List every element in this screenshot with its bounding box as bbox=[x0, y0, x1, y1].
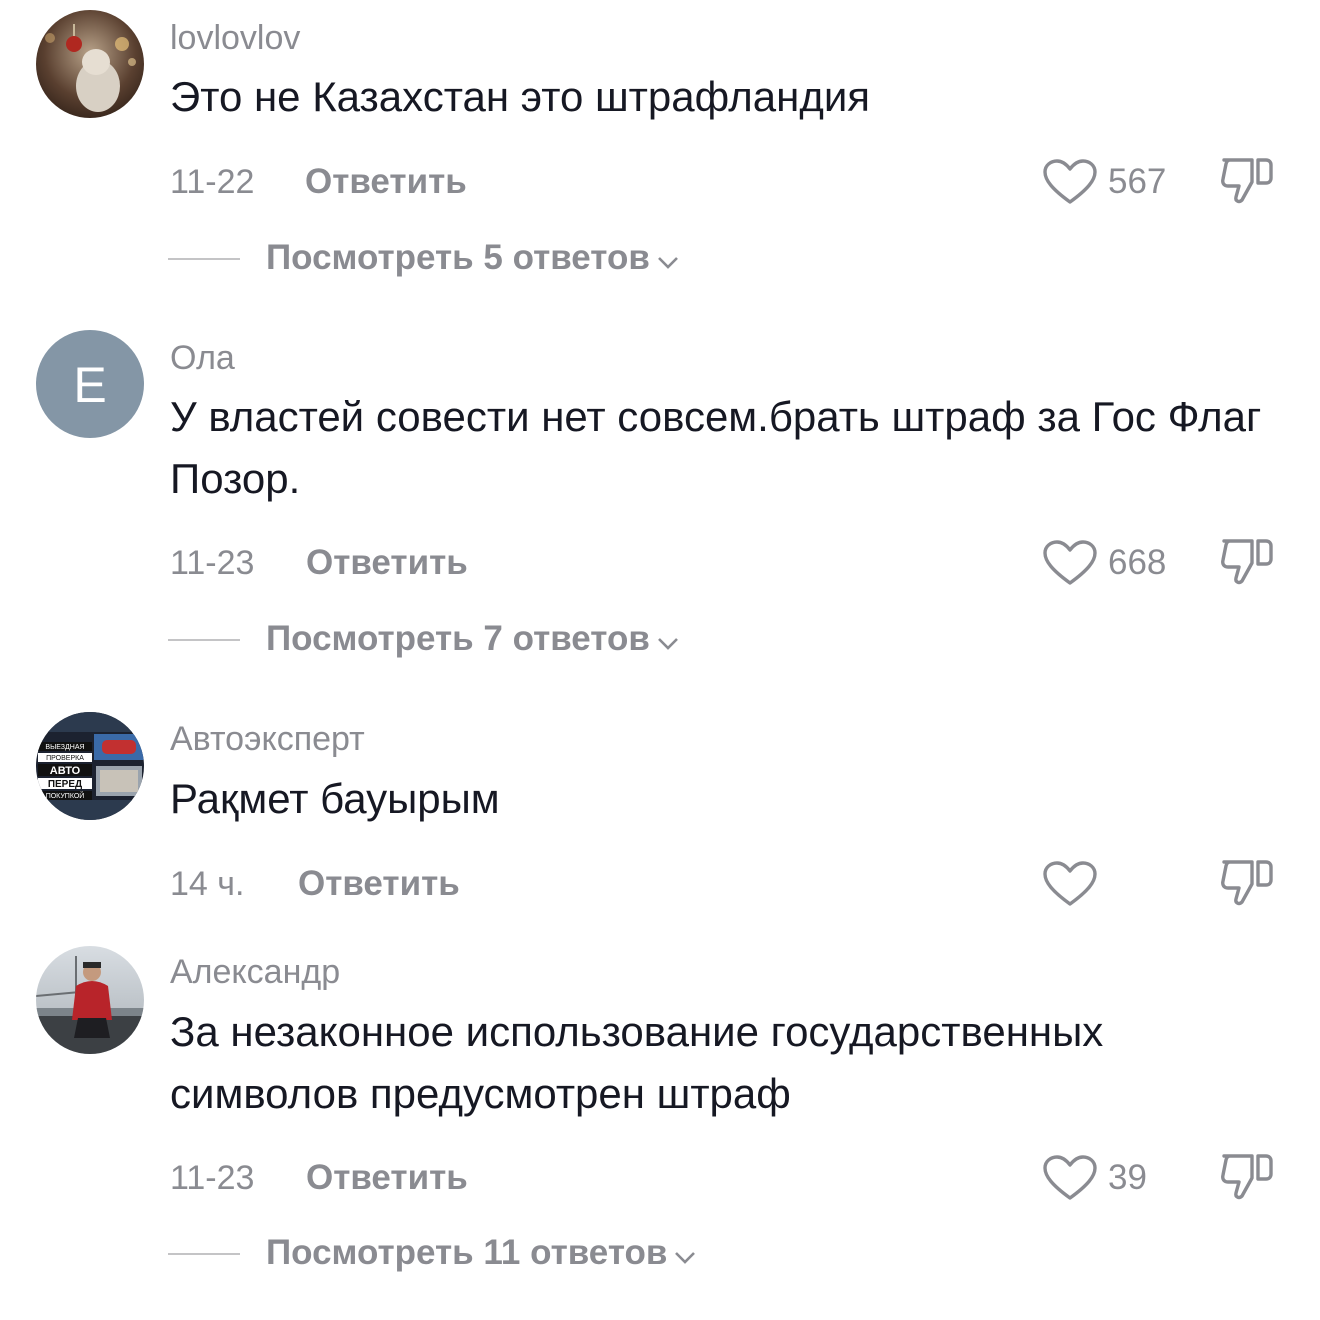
comment-text: За незаконное использование государствен… bbox=[170, 1008, 1104, 1117]
comment-date: 11-22 bbox=[170, 163, 255, 201]
avatar-banner-line: ПРОВЕРКА bbox=[46, 755, 84, 762]
replies-divider-line bbox=[168, 1253, 240, 1255]
thumbs-down-outline-icon[interactable] bbox=[1218, 1150, 1276, 1204]
avatar-letter: Е bbox=[73, 357, 106, 413]
view-replies-label: Посмотреть 5 ответов bbox=[266, 238, 650, 277]
comment-text: Рақмет бауырым bbox=[170, 775, 500, 822]
replies-divider-line bbox=[168, 258, 240, 260]
avatar[interactable]: Е bbox=[36, 330, 144, 438]
chevron-down-icon bbox=[656, 621, 680, 661]
like-count: 668 bbox=[1108, 543, 1167, 582]
view-replies-label: Посмотреть 11 ответов bbox=[266, 1233, 668, 1272]
heart-outline-icon[interactable] bbox=[1042, 860, 1098, 908]
thumbs-down-outline-icon[interactable] bbox=[1218, 856, 1276, 910]
like-count: 39 bbox=[1108, 1158, 1147, 1197]
comment-date: 14 ч. bbox=[170, 865, 245, 903]
reply-button[interactable]: Ответить bbox=[306, 1158, 468, 1198]
avatar[interactable] bbox=[36, 10, 144, 118]
avatar-banner-line: АВТО bbox=[50, 765, 81, 777]
comment-text: У властей совести нет совсем.брать штраф… bbox=[170, 393, 1262, 502]
chevron-down-icon bbox=[656, 240, 680, 280]
reply-button[interactable]: Ответить bbox=[298, 864, 460, 904]
avatar-banner-line: ПОКУПКОЙ bbox=[46, 791, 85, 800]
reply-button[interactable]: Ответить bbox=[306, 543, 468, 583]
view-replies-label: Посмотреть 7 ответов bbox=[266, 619, 650, 658]
comment-username[interactable]: Ола bbox=[170, 338, 235, 378]
avatar[interactable]: ВЫЕЗДНАЯ ПРОВЕРКА АВТО ПЕРЕД ПОКУПКОЙ bbox=[36, 712, 144, 820]
heart-outline-icon[interactable] bbox=[1042, 539, 1098, 587]
reply-button[interactable]: Ответить bbox=[305, 162, 467, 202]
comment-username[interactable]: lovlovlov bbox=[170, 18, 300, 58]
avatar-banner-line: ВЫЕЗДНАЯ bbox=[45, 744, 84, 751]
heart-outline-icon[interactable] bbox=[1042, 1154, 1098, 1202]
avatar[interactable] bbox=[36, 946, 144, 1054]
comment-date: 11-23 bbox=[170, 1159, 255, 1197]
comment-username[interactable]: Александр bbox=[170, 952, 340, 992]
heart-outline-icon[interactable] bbox=[1042, 158, 1098, 206]
thumbs-down-outline-icon[interactable] bbox=[1218, 154, 1276, 208]
chevron-down-icon bbox=[673, 1235, 697, 1275]
comment-username[interactable]: Автоэксперт bbox=[170, 719, 365, 759]
comment-text: Это не Казахстан это штрафландия bbox=[170, 73, 871, 120]
comment-date: 11-23 bbox=[170, 544, 255, 582]
like-count: 567 bbox=[1108, 162, 1167, 201]
thumbs-down-outline-icon[interactable] bbox=[1218, 535, 1276, 589]
avatar-banner-line: ПЕРЕД bbox=[48, 779, 82, 790]
replies-divider-line bbox=[168, 639, 240, 641]
